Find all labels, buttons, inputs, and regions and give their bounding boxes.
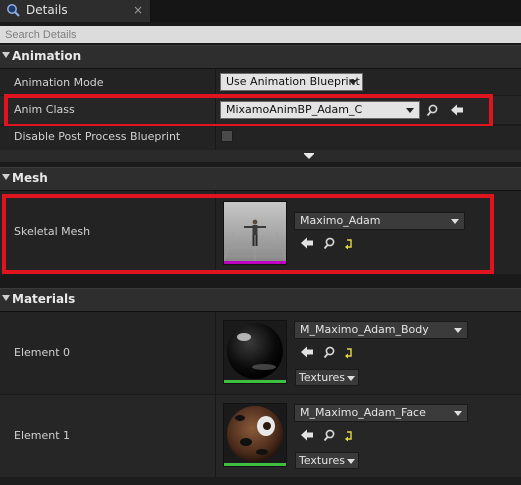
advanced-expander[interactable]	[0, 150, 521, 162]
material-sphere-icon	[224, 404, 286, 463]
disable-post-process-label: Disable Post Process Blueprint	[14, 130, 181, 143]
chevron-down-icon	[454, 411, 462, 416]
reset-to-default-icon[interactable]	[344, 429, 358, 443]
collapse-arrow-icon	[2, 52, 10, 58]
property-row-element-1: Element 1 M_Maximo_Adam_Face Textures	[0, 395, 521, 478]
animation-mode-label: Animation Mode	[14, 76, 104, 89]
chevron-down-icon	[349, 80, 357, 85]
search-details-input[interactable]	[0, 26, 521, 43]
column-divider	[215, 312, 216, 394]
material-sphere-icon	[224, 321, 286, 380]
animation-mode-value: Use Animation Blueprint	[226, 75, 360, 88]
highlight-box-skeletal-mesh	[2, 194, 494, 274]
category-mesh[interactable]: Mesh	[0, 167, 521, 191]
element-1-label: Element 1	[14, 429, 71, 442]
category-animation[interactable]: Animation	[0, 45, 521, 69]
property-row-animation-mode: Animation Mode Use Animation Blueprint	[0, 69, 521, 96]
highlight-box-anim-class	[4, 94, 493, 128]
use-selected-arrow-icon[interactable]	[300, 345, 314, 359]
textures-label: Textures	[299, 454, 345, 467]
tab-details[interactable]: Details ×	[0, 0, 151, 22]
use-selected-arrow-icon[interactable]	[300, 428, 314, 442]
panel-footer	[0, 478, 521, 485]
reset-to-default-icon[interactable]	[344, 346, 358, 360]
column-divider	[215, 69, 216, 95]
category-label: Mesh	[12, 171, 48, 185]
asset-type-bar	[224, 380, 286, 383]
details-search-icon	[7, 4, 20, 17]
chevron-down-icon	[347, 459, 355, 464]
property-row-disable-post-process: Disable Post Process Blueprint	[0, 126, 521, 151]
chevron-down-icon[interactable]	[304, 154, 314, 159]
property-row-element-0: Element 0 M_Maximo_Adam_Body Textures	[0, 312, 521, 395]
column-divider	[215, 395, 216, 477]
tab-title: Details	[26, 3, 68, 17]
animation-mode-dropdown[interactable]: Use Animation Blueprint	[220, 73, 363, 91]
browse-search-icon[interactable]	[323, 345, 337, 359]
element-0-dropdown[interactable]: M_Maximo_Adam_Body	[294, 321, 468, 339]
element-0-thumbnail[interactable]	[223, 320, 287, 384]
column-divider	[215, 126, 216, 150]
element-0-textures-button[interactable]: Textures	[295, 369, 359, 386]
collapse-arrow-icon	[2, 174, 10, 180]
element-1-value: M_Maximo_Adam_Face	[300, 406, 426, 419]
element-1-thumbnail[interactable]	[223, 403, 287, 467]
category-label: Materials	[12, 292, 76, 306]
category-label: Animation	[12, 49, 82, 63]
disable-post-process-checkbox[interactable]	[221, 130, 233, 142]
element-0-value: M_Maximo_Adam_Body	[300, 323, 429, 336]
element-0-label: Element 0	[14, 346, 71, 359]
browse-search-icon[interactable]	[323, 428, 337, 442]
category-materials[interactable]: Materials	[0, 288, 521, 312]
element-1-textures-button[interactable]: Textures	[295, 452, 359, 469]
element-1-dropdown[interactable]: M_Maximo_Adam_Face	[294, 404, 468, 422]
asset-type-bar	[224, 463, 286, 466]
collapse-arrow-icon	[2, 295, 10, 301]
chevron-down-icon	[454, 328, 462, 333]
close-icon[interactable]: ×	[131, 3, 145, 17]
chevron-down-icon	[347, 376, 355, 381]
textures-label: Textures	[299, 371, 345, 384]
